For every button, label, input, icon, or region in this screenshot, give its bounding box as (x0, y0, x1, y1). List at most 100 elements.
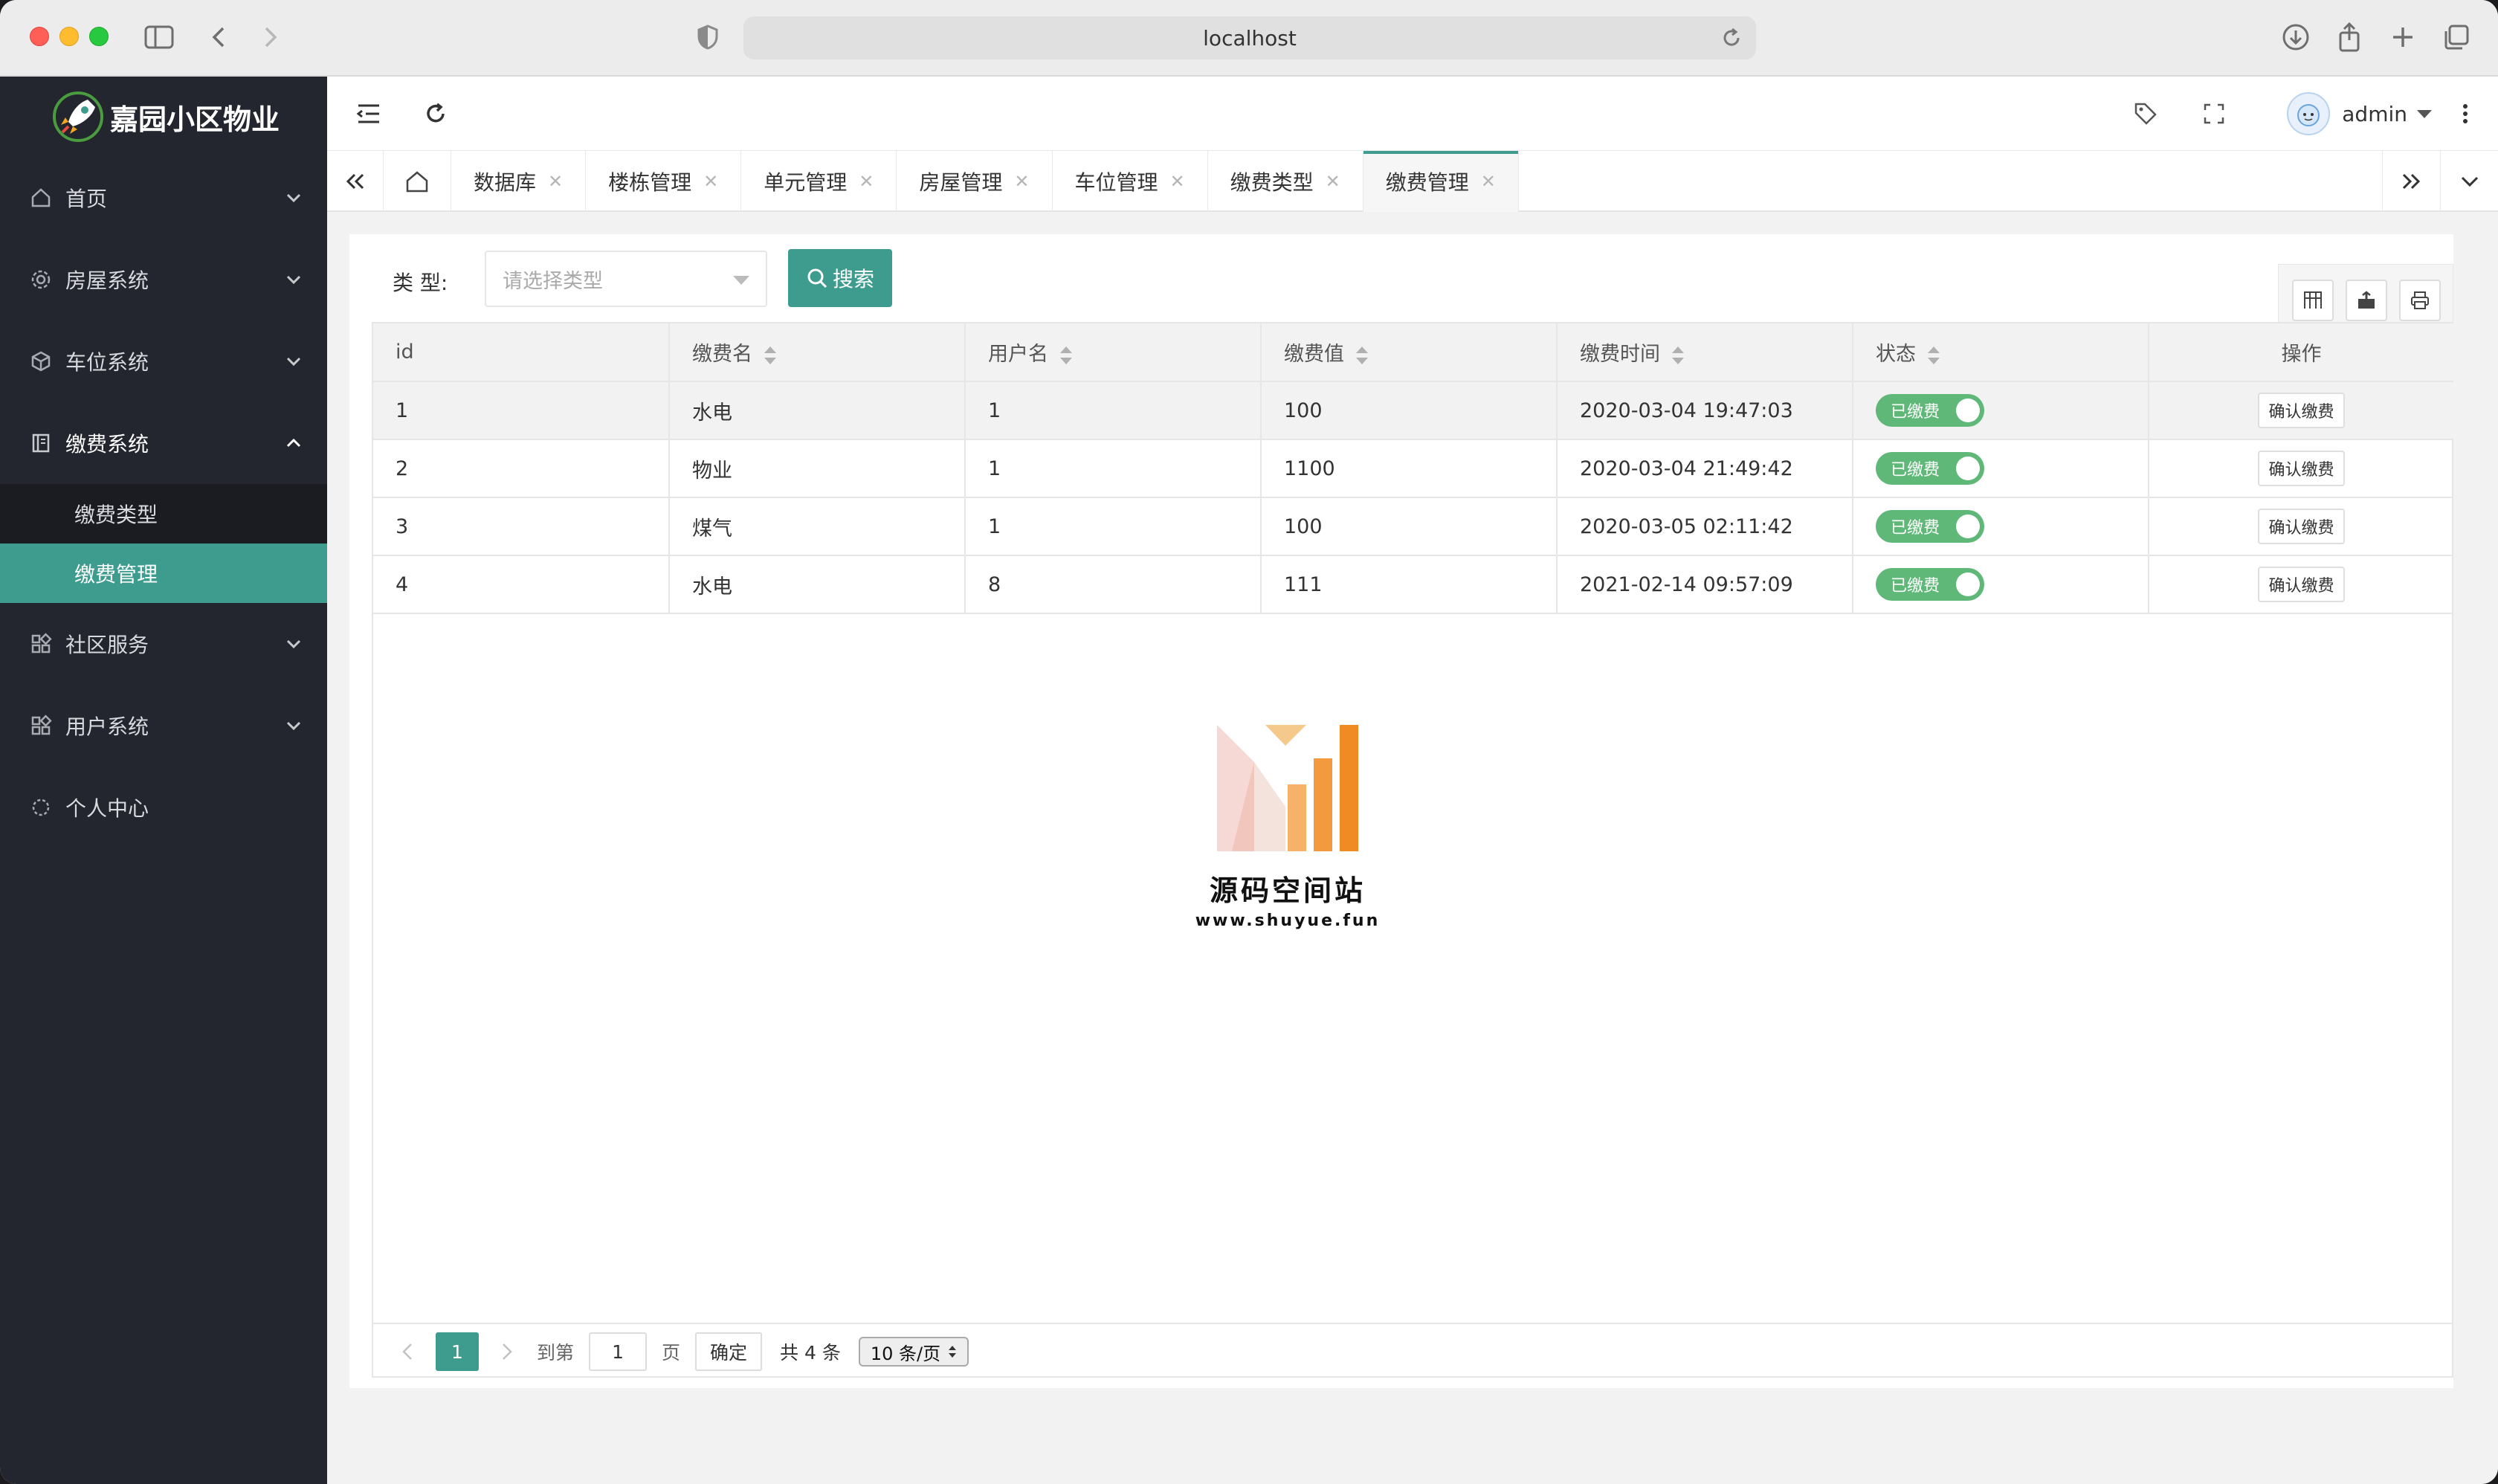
goto-confirm-button[interactable]: 确定 (695, 1332, 763, 1371)
next-page-icon[interactable] (492, 1335, 522, 1368)
tab-buildings[interactable]: 楼栋管理 ✕ (586, 151, 742, 212)
column-header-actions: 操作 (2149, 323, 2453, 382)
back-icon[interactable] (201, 19, 236, 55)
close-icon[interactable]: ✕ (859, 171, 874, 192)
sort-icon[interactable] (1356, 346, 1368, 364)
payments-table-container: id 缴费名 用户名 缴费值 缴费时间 状态 操作 1 水电 1 100 202… (372, 322, 2453, 1378)
sidebar-item-home[interactable]: 首页 (0, 157, 327, 239)
type-select[interactable]: 请选择类型 (485, 251, 767, 307)
cell-user: 1 (965, 439, 1262, 498)
new-tab-icon[interactable] (2385, 19, 2421, 55)
table-row[interactable]: 4 水电 8 111 2021-02-14 09:57:09 已缴费 确认缴费 (373, 555, 2453, 614)
refresh-icon[interactable] (419, 97, 452, 130)
tab-houses[interactable]: 房屋管理 ✕ (897, 151, 1053, 212)
sort-icon[interactable] (1060, 346, 1072, 364)
status-toggle[interactable]: 已缴费 (1876, 510, 1984, 543)
sidebar-toggle-icon[interactable] (141, 19, 177, 55)
confirm-payment-button[interactable]: 确认缴费 (2258, 567, 2345, 602)
tab-overview-icon[interactable] (2439, 19, 2474, 55)
status-label: 已缴费 (1891, 519, 1940, 538)
apps-icon (31, 714, 52, 735)
caret-down-icon (2417, 110, 2432, 118)
tabs-scroll-left-icon[interactable] (327, 151, 384, 212)
user-menu[interactable]: admin (2287, 91, 2468, 136)
search-button[interactable]: 搜索 (788, 249, 892, 307)
tab-payment-management[interactable]: 缴费管理 ✕ (1363, 151, 1519, 212)
share-icon[interactable] (2331, 19, 2367, 55)
forward-icon[interactable] (253, 19, 288, 55)
columns-filter-icon[interactable] (2292, 280, 2334, 321)
column-header-time[interactable]: 缴费时间 (1557, 323, 1853, 382)
sidebar-subitem-payment-type[interactable]: 缴费类型 (0, 484, 327, 543)
chevron-down-icon (286, 721, 301, 731)
sidebar-item-profile[interactable]: 个人中心 (0, 767, 327, 848)
brand-logo[interactable]: 嘉园小区物业 (0, 77, 327, 157)
reload-icon[interactable] (1720, 27, 1743, 49)
sort-icon[interactable] (1672, 346, 1684, 364)
fullscreen-icon[interactable] (2198, 97, 2230, 130)
confirm-payment-button[interactable]: 确认缴费 (2258, 509, 2345, 544)
zoom-window-button[interactable] (89, 27, 109, 46)
close-icon[interactable]: ✕ (703, 171, 718, 192)
status-label: 已缴费 (1891, 403, 1940, 422)
sidebar-item-parking[interactable]: 车位系统 (0, 320, 327, 402)
previous-page-icon[interactable] (393, 1335, 422, 1368)
sidebar-item-community[interactable]: 社区服务 (0, 603, 327, 685)
column-header-id[interactable]: id (373, 323, 670, 382)
close-window-button[interactable] (30, 27, 49, 46)
tab-parking[interactable]: 车位管理 ✕ (1053, 151, 1208, 212)
close-icon[interactable]: ✕ (1014, 171, 1029, 192)
status-toggle[interactable]: 已缴费 (1876, 394, 1984, 427)
cell-name: 水电 (669, 381, 966, 440)
tab-home[interactable] (384, 151, 451, 212)
close-icon[interactable]: ✕ (548, 171, 563, 192)
page-number-current[interactable]: 1 (436, 1332, 479, 1371)
status-toggle[interactable]: 已缴费 (1876, 568, 1984, 601)
address-bar[interactable]: localhost (743, 16, 1756, 59)
table-row[interactable]: 1 水电 1 100 2020-03-04 19:47:03 已缴费 确认缴费 (373, 381, 2453, 440)
watermark-logo-icon (1217, 725, 1358, 851)
tabs-dropdown-icon[interactable] (2440, 151, 2498, 212)
confirm-payment-button[interactable]: 确认缴费 (2258, 393, 2345, 428)
more-vertical-icon[interactable] (2462, 103, 2468, 125)
cell-id: 4 (373, 555, 670, 614)
column-header-name[interactable]: 缴费名 (669, 323, 966, 382)
column-header-user[interactable]: 用户名 (965, 323, 1262, 382)
tabs: 数据库 ✕ 楼栋管理 ✕ 单元管理 ✕ 房屋管理 ✕ 车位管理 ✕ 缴费类型 ✕ 缴费管理 ✕ (384, 151, 1519, 212)
sidebar-item-payment[interactable]: 缴费系统 (0, 402, 327, 484)
sort-icon[interactable] (764, 346, 776, 364)
cell-status: 已缴费 (1853, 497, 2149, 556)
status-toggle[interactable]: 已缴费 (1876, 452, 1984, 485)
sidebar-item-housing[interactable]: 房屋系统 (0, 239, 327, 320)
confirm-payment-button[interactable]: 确认缴费 (2258, 451, 2345, 486)
sidebar-item-label: 社区服务 (65, 633, 149, 657)
cell-status: 已缴费 (1853, 381, 2149, 440)
table-header-row: id 缴费名 用户名 缴费值 缴费时间 状态 操作 (373, 323, 2453, 382)
sidebar-subitem-payment-management[interactable]: 缴费管理 (0, 543, 327, 603)
page-size-select[interactable]: 10 条/页 (858, 1337, 969, 1367)
goto-page-input[interactable]: 1 (589, 1332, 648, 1371)
column-header-status[interactable]: 状态 (1853, 323, 2149, 382)
sidebar-item-users[interactable]: 用户系统 (0, 685, 327, 767)
column-header-value[interactable]: 缴费值 (1261, 323, 1558, 382)
tag-icon[interactable] (2129, 97, 2162, 130)
minimize-window-button[interactable] (59, 27, 79, 46)
tab-payment-types[interactable]: 缴费类型 ✕ (1208, 151, 1363, 212)
sort-icon[interactable] (1928, 346, 1940, 364)
chevron-down-icon (286, 357, 301, 367)
print-icon[interactable] (2399, 280, 2441, 321)
tab-units[interactable]: 单元管理 ✕ (741, 151, 897, 212)
sidebar-item-label: 用户系统 (65, 714, 149, 739)
table-row[interactable]: 2 物业 1 1100 2020-03-04 21:49:42 已缴费 确认缴费 (373, 439, 2453, 498)
close-icon[interactable]: ✕ (1170, 171, 1185, 192)
privacy-shield-icon[interactable] (690, 19, 726, 55)
tabs-scroll-right-icon[interactable] (2382, 151, 2439, 212)
tab-label: 楼栋管理 (608, 170, 692, 195)
menu-fold-icon[interactable] (352, 97, 385, 130)
download-icon[interactable] (2278, 19, 2314, 55)
tab-database[interactable]: 数据库 ✕ (451, 151, 587, 212)
table-row[interactable]: 3 煤气 1 100 2020-03-05 02:11:42 已缴费 确认缴费 (373, 497, 2453, 556)
close-icon[interactable]: ✕ (1326, 171, 1340, 192)
export-icon[interactable] (2346, 280, 2387, 321)
close-icon[interactable]: ✕ (1481, 171, 1496, 192)
